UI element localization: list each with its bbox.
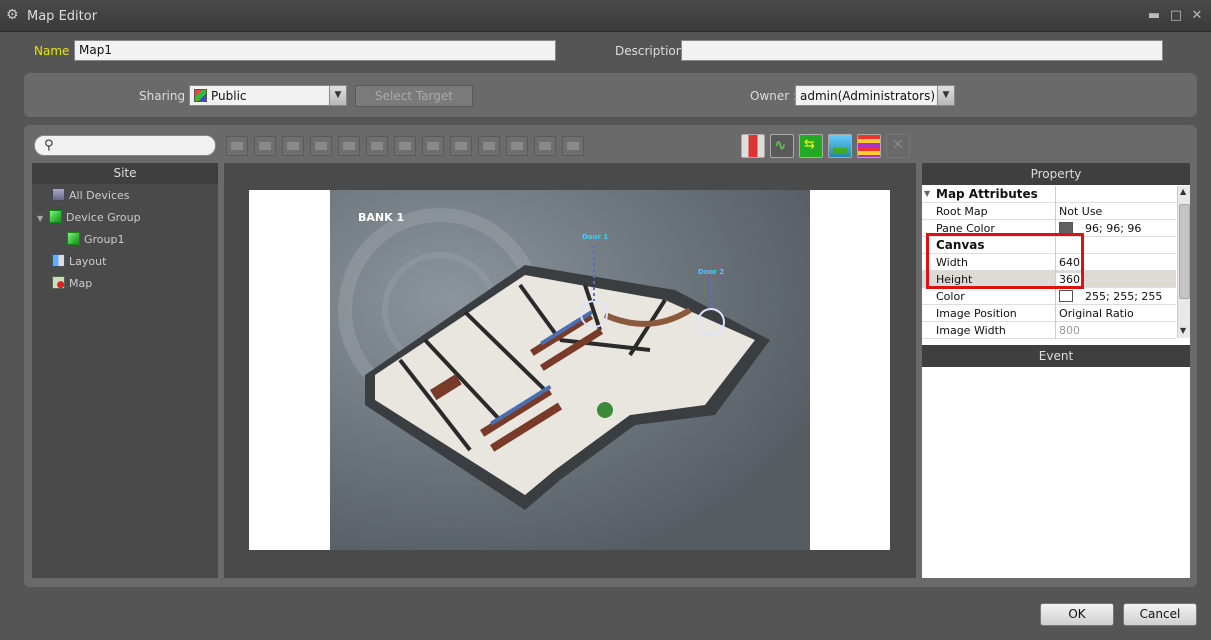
- cancel-button[interactable]: Cancel: [1123, 603, 1197, 626]
- graph-button[interactable]: ∿: [770, 134, 794, 158]
- stack-button[interactable]: [857, 134, 881, 158]
- align-center-vertical-button[interactable]: [254, 136, 276, 156]
- image-icon: [833, 148, 847, 153]
- maximize-button[interactable]: □: [1168, 8, 1184, 24]
- chevron-down-icon[interactable]: ▼: [937, 86, 954, 105]
- owner-label: Owner :: [750, 89, 798, 103]
- align-left-button[interactable]: [310, 136, 332, 156]
- align-right-button[interactable]: [366, 136, 388, 156]
- tree-item-map[interactable]: Map: [52, 275, 92, 293]
- door-2-label[interactable]: Door 2: [698, 268, 724, 276]
- snap-button[interactable]: [534, 136, 556, 156]
- event-header: Event: [922, 345, 1190, 367]
- sharing-select[interactable]: Public ▼: [189, 85, 347, 106]
- delete-button[interactable]: ✕: [886, 134, 910, 158]
- prop-row-color[interactable]: Color 255; 255; 255: [922, 288, 1176, 305]
- name-input[interactable]: Map1: [74, 40, 556, 61]
- door-1-label[interactable]: Door 1: [582, 233, 608, 241]
- name-label: Name :: [34, 44, 78, 58]
- description-label: Description :: [615, 44, 692, 58]
- layout-icon: [52, 254, 65, 267]
- scroll-up-icon[interactable]: ▲: [1180, 187, 1186, 196]
- sharing-value: Public: [211, 89, 247, 103]
- property-panel: Property ▼ Map Attributes Root Map Not U…: [922, 163, 1190, 578]
- prop-row-root-map[interactable]: Root Map Not Use: [922, 203, 1176, 220]
- prop-row-image-width[interactable]: Image Width 800: [922, 322, 1176, 339]
- tree-item-group1[interactable]: Group1: [67, 231, 125, 249]
- chevron-down-icon[interactable]: ▼: [329, 86, 346, 105]
- floor-plan-graphic: [338, 208, 770, 510]
- same-width-button[interactable]: [450, 136, 472, 156]
- sharing-label: Sharing :: [139, 89, 193, 103]
- title-bar: ⚙ Map Editor ▬ □ ✕: [0, 0, 1211, 32]
- cube-icon: [67, 232, 80, 245]
- property-scrollbar[interactable]: ▲ ▼: [1177, 186, 1190, 338]
- settings-gear-icon: ⚙: [6, 7, 19, 23]
- site-header: Site: [32, 163, 218, 184]
- scroll-down-icon[interactable]: ▼: [1180, 326, 1186, 335]
- site-panel: Site All Devices ▼ Device Group Group1 La…: [32, 163, 218, 578]
- same-height-button[interactable]: [478, 136, 500, 156]
- select-target-button[interactable]: Select Target: [355, 85, 473, 107]
- swap-button[interactable]: ⇆: [799, 134, 823, 158]
- distribute-horizontal-button[interactable]: [394, 136, 416, 156]
- caret-down-icon[interactable]: ▼: [37, 210, 49, 228]
- image-button[interactable]: [828, 134, 852, 158]
- close-icon: ✕: [892, 137, 904, 153]
- map-title: BANK 1: [358, 211, 405, 224]
- swap-icon: ⇆: [804, 137, 815, 152]
- tree-item-layout[interactable]: Layout: [52, 253, 106, 271]
- description-input[interactable]: [681, 40, 1163, 61]
- align-bottom-button[interactable]: [282, 136, 304, 156]
- graph-icon: ∿: [774, 136, 787, 154]
- prop-row-image-position[interactable]: Image Position Original Ratio: [922, 305, 1176, 322]
- prop-category-map-attributes[interactable]: ▼ Map Attributes: [922, 186, 1176, 203]
- owner-value: admin(Administrators): [800, 89, 936, 103]
- cube-icon: [49, 210, 62, 223]
- search-icon: ⚲: [44, 138, 54, 153]
- same-size-button[interactable]: [506, 136, 528, 156]
- distribute-vertical-button[interactable]: [422, 136, 444, 156]
- search-input[interactable]: ⚲: [34, 135, 216, 156]
- grid-button[interactable]: [562, 136, 584, 156]
- owner-select[interactable]: admin(Administrators) ▼: [795, 85, 955, 106]
- caret-down-icon[interactable]: ▼: [924, 189, 930, 198]
- map-background-image[interactable]: BANK 1 Door 1 Door 2: [330, 190, 810, 550]
- public-icon: [194, 89, 207, 102]
- highlight-annotation: [926, 233, 1084, 289]
- align-top-button[interactable]: [226, 136, 248, 156]
- tree-item-all-devices[interactable]: All Devices: [52, 187, 129, 205]
- map-icon: [52, 276, 65, 289]
- close-button[interactable]: ✕: [1189, 8, 1205, 24]
- scrollbar-thumb[interactable]: [1179, 204, 1190, 299]
- align-center-horizontal-button[interactable]: [338, 136, 360, 156]
- property-header: Property: [922, 163, 1190, 185]
- ok-button[interactable]: OK: [1040, 603, 1114, 626]
- tree-item-device-group[interactable]: ▼ Device Group: [37, 209, 141, 227]
- color-swatch: [1059, 290, 1073, 302]
- devices-icon: [52, 188, 65, 201]
- minimize-button[interactable]: ▬: [1146, 8, 1162, 24]
- window-title: Map Editor: [27, 9, 98, 24]
- layer-split-button[interactable]: [741, 134, 765, 158]
